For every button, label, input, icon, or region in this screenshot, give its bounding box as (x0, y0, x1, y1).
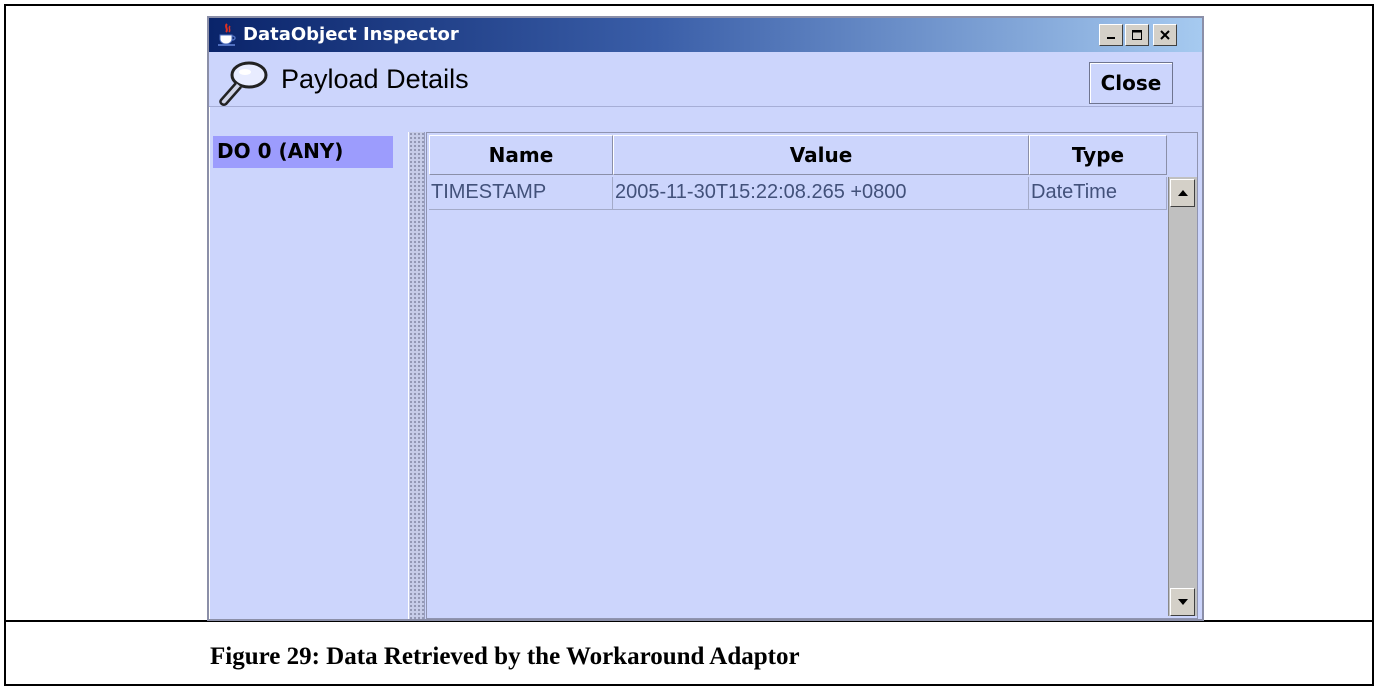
tree-item[interactable]: DO 0 (ANY) (213, 136, 393, 168)
cell-type: DateTime (1029, 177, 1167, 209)
table-row[interactable]: TIMESTAMP 2005-11-30T15:22:08.265 +0800 … (429, 177, 1167, 210)
window-title: DataObject Inspector (243, 24, 459, 45)
scroll-up-button[interactable] (1170, 179, 1195, 207)
arrow-up-icon (1177, 190, 1188, 196)
maximize-button[interactable] (1125, 24, 1149, 46)
dataobject-tree[interactable]: DO 0 (ANY) (213, 132, 410, 617)
figure-caption: Figure 29: Data Retrieved by the Workaro… (210, 643, 800, 670)
java-cup-icon (217, 23, 237, 47)
column-header-type[interactable]: Type (1029, 135, 1167, 175)
window-close-button[interactable] (1153, 24, 1177, 46)
column-header-value[interactable]: Value (613, 135, 1029, 175)
minimize-button[interactable] (1099, 24, 1123, 46)
split-pane-divider[interactable] (408, 132, 425, 619)
column-header-name[interactable]: Name (429, 135, 613, 175)
arrow-down-icon (1177, 599, 1188, 605)
cell-name: TIMESTAMP (429, 177, 613, 209)
page-title: Payload Details (281, 64, 469, 94)
cell-value: 2005-11-30T15:22:08.265 +0800 (613, 177, 1029, 209)
title-bar[interactable]: DataObject Inspector (209, 18, 1202, 52)
magnifier-icon (215, 58, 271, 108)
inspector-window: DataObject Inspector Payload Details Clo… (207, 16, 1204, 621)
details-table: Name Value Type TIMESTAMP 2005-11-30T15:… (426, 132, 1198, 619)
table-header: Name Value Type (429, 135, 1167, 177)
scroll-down-button[interactable] (1170, 588, 1195, 616)
tree-item-label: DO 0 (ANY) (217, 139, 344, 163)
close-button[interactable]: Close (1089, 62, 1173, 104)
vertical-scrollbar[interactable] (1168, 177, 1197, 616)
details-header: Payload Details Close (209, 52, 1202, 107)
